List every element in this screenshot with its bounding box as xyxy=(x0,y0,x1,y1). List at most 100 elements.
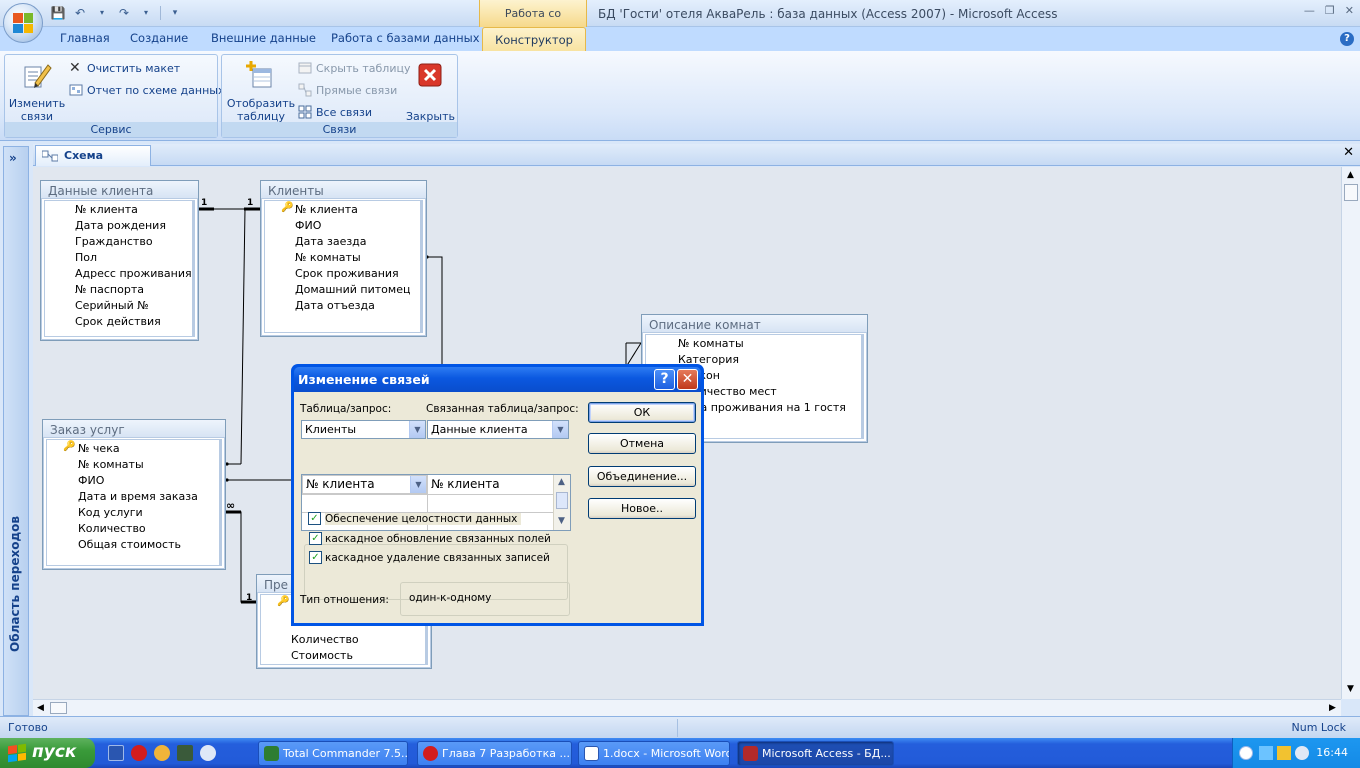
tab-design[interactable]: Конструктор xyxy=(482,27,586,52)
redo-icon[interactable]: ↷ xyxy=(116,5,132,21)
horizontal-scrollbar[interactable]: ◀ ▶ xyxy=(33,699,1341,716)
horizontal-scroll-thumb[interactable] xyxy=(50,702,67,714)
field-list-title[interactable]: Описание комнат xyxy=(642,315,867,333)
scroll-down-icon[interactable]: ▼ xyxy=(558,516,565,526)
minimize-icon[interactable]: — xyxy=(1304,4,1315,17)
scroll-down-icon[interactable]: ▼ xyxy=(1347,684,1354,694)
vertical-scrollbar[interactable]: ▲ ▼ xyxy=(1341,167,1360,699)
scroll-up-icon[interactable]: ▲ xyxy=(558,477,565,487)
redo-dropdown-icon[interactable]: ▾ xyxy=(138,5,154,21)
schema-report-button[interactable]: Отчет по схеме данных xyxy=(69,83,224,97)
dialog-help-icon[interactable]: ? xyxy=(654,369,675,390)
save-icon[interactable]: 💾 xyxy=(50,5,66,21)
field-item[interactable]: Дата заезда xyxy=(295,235,367,248)
tab-database-tools[interactable]: Работа с базами данных xyxy=(331,31,480,45)
field-item[interactable]: Адресс проживания xyxy=(75,267,192,280)
chevron-down-icon[interactable]: ▼ xyxy=(409,421,425,438)
integrity-label[interactable]: Обеспечение целостности данных xyxy=(325,513,522,525)
direct-links-button[interactable]: Прямые связи xyxy=(298,83,397,97)
undo-icon[interactable]: ↶ xyxy=(72,5,88,21)
cascade-delete-checkbox[interactable]: ✓ xyxy=(309,551,322,564)
nav-pane-toggle[interactable]: » xyxy=(9,151,17,165)
field-item[interactable]: Пол xyxy=(75,251,97,264)
field-list-service-orders[interactable]: Заказ услуг 🔑 № чека № комнаты ФИО Дата … xyxy=(42,419,226,570)
field-list-title[interactable]: Данные клиента xyxy=(41,181,198,199)
office-button[interactable] xyxy=(3,3,43,43)
field-item[interactable]: № комнаты xyxy=(78,458,144,471)
close-document-icon[interactable]: ✕ xyxy=(1343,145,1354,160)
related-field-cell[interactable]: № клиента xyxy=(431,477,500,491)
speaker-icon[interactable] xyxy=(1295,746,1309,760)
field-item[interactable]: Количество xyxy=(291,633,359,646)
tab-relationships[interactable]: Схема данных xyxy=(35,145,151,182)
customize-qat-icon[interactable]: ▾ xyxy=(167,5,183,21)
field-item[interactable]: Гражданство xyxy=(75,235,153,248)
field-item[interactable]: Общая стоимость xyxy=(78,538,181,551)
total-commander-quick-icon[interactable] xyxy=(177,745,193,761)
field-item[interactable]: № чека xyxy=(78,442,120,455)
field-item[interactable]: Дата отъезда xyxy=(295,299,375,312)
navigation-pane[interactable]: » Область переходов xyxy=(3,146,29,716)
field-item[interactable]: ФИО xyxy=(295,219,321,232)
help-icon[interactable]: ? xyxy=(1340,32,1354,46)
field-item[interactable]: Домашний питомец xyxy=(295,283,410,296)
task-opera[interactable]: Глава 7 Разработка ... xyxy=(417,741,572,766)
related-table-select[interactable]: Данные клиента ▼ xyxy=(427,420,569,439)
ok-button[interactable]: ОК xyxy=(588,402,696,423)
hide-table-button[interactable]: Скрыть таблицу xyxy=(298,61,411,75)
show-table-button[interactable]: Отобразить таблицу xyxy=(226,59,296,123)
cascade-update-label[interactable]: каскадное обновление связанных полей xyxy=(325,533,551,545)
table-query-select[interactable]: Клиенты ▼ xyxy=(301,420,426,439)
field-item[interactable]: № комнаты xyxy=(295,251,361,264)
field-item[interactable]: Срок действия xyxy=(75,315,161,328)
start-button[interactable]: пуск xyxy=(0,738,95,768)
task-access[interactable]: Microsoft Access - БД... xyxy=(737,741,894,766)
network-icon[interactable] xyxy=(1259,746,1273,760)
task-total-commander[interactable]: Total Commander 7.5... xyxy=(258,741,408,766)
close-window-icon[interactable]: ✕ xyxy=(1345,4,1354,17)
tab-home[interactable]: Главная xyxy=(60,31,110,45)
chevron-down-icon[interactable]: ▼ xyxy=(410,476,426,493)
restore-icon[interactable]: ❐ xyxy=(1325,4,1335,17)
field-item[interactable]: № клиента xyxy=(75,203,138,216)
field-item[interactable]: Стоимость xyxy=(291,649,353,662)
field-list-title[interactable]: Клиенты xyxy=(261,181,426,199)
cancel-button[interactable]: Отмена xyxy=(588,433,696,454)
chevron-down-icon[interactable]: ▼ xyxy=(552,421,568,438)
scroll-right-icon[interactable]: ▶ xyxy=(1329,703,1336,713)
tray-expand-icon[interactable] xyxy=(1239,746,1253,760)
undo-dropdown-icon[interactable]: ▾ xyxy=(94,5,110,21)
field-item[interactable]: № паспорта xyxy=(75,283,144,296)
security-icon[interactable] xyxy=(1277,746,1291,760)
field-item[interactable]: № комнаты xyxy=(678,337,744,350)
grid-scrollbar[interactable]: ▲ ▼ xyxy=(553,475,570,530)
field-item[interactable]: Срок проживания xyxy=(295,267,399,280)
field-item[interactable]: ФИО xyxy=(78,474,104,487)
task-word[interactable]: 1.docx - Microsoft Word xyxy=(578,741,730,766)
cascade-update-checkbox[interactable]: ✓ xyxy=(309,532,322,545)
antivirus-icon[interactable] xyxy=(154,745,170,761)
vertical-scroll-thumb[interactable] xyxy=(1344,184,1358,201)
browser-quick-icon[interactable] xyxy=(200,745,216,761)
field-list-title[interactable]: Заказ услуг xyxy=(43,420,225,438)
show-desktop-icon[interactable] xyxy=(108,745,124,761)
close-relations-button[interactable]: Закрыть xyxy=(406,59,455,123)
cascade-delete-label[interactable]: каскадное удаление связанных записей xyxy=(325,552,550,564)
tab-create[interactable]: Создание xyxy=(130,31,188,45)
clear-layout-button[interactable]: ✕ Очистить макет xyxy=(69,61,180,75)
field-item[interactable]: Код услуги xyxy=(78,506,143,519)
opera-icon[interactable] xyxy=(131,745,147,761)
tab-external-data[interactable]: Внешние данные xyxy=(211,31,316,45)
field-list-clients[interactable]: Клиенты 🔑 № клиента ФИО Дата заезда № ко… xyxy=(260,180,427,337)
field-item[interactable]: Серийный № xyxy=(75,299,149,312)
field-item[interactable]: Дата рождения xyxy=(75,219,166,232)
create-new-button[interactable]: Новое.. xyxy=(588,498,696,519)
integrity-checkbox[interactable]: ✓ xyxy=(308,512,321,525)
dialog-close-icon[interactable]: ✕ xyxy=(677,369,698,390)
primary-field-select[interactable]: № клиента ▼ xyxy=(302,475,427,494)
field-list-client-data[interactable]: Данные клиента № клиента Дата рождения Г… xyxy=(40,180,199,341)
field-item[interactable]: Количество xyxy=(78,522,146,535)
edit-links-button[interactable]: Изменить связи xyxy=(8,59,66,123)
join-type-button[interactable]: Объединение... xyxy=(588,466,696,487)
field-item[interactable]: Дата и время заказа xyxy=(78,490,198,503)
